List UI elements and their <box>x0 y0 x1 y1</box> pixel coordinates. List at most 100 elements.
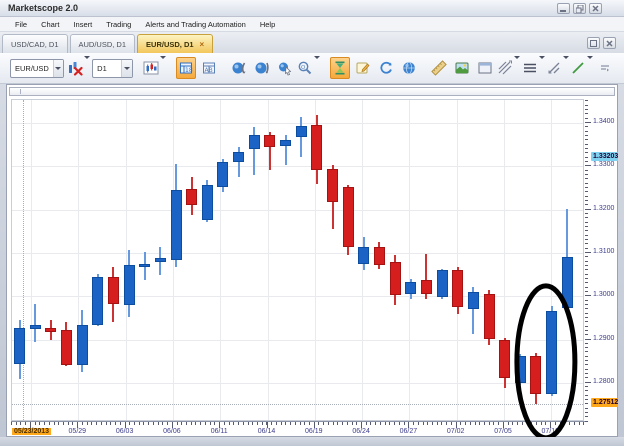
blue-grid2-icon: AB <box>201 60 217 76</box>
price-axis-tick <box>585 278 588 279</box>
tab-eurusd-d1[interactable]: EUR/USD, D1 × <box>137 34 213 53</box>
price-axis-tick <box>585 139 588 140</box>
menu-item-file[interactable]: File <box>8 19 34 30</box>
ruler-button[interactable] <box>429 57 449 79</box>
magnify-button[interactable]: Q <box>298 57 319 79</box>
tab-usdcad-d1[interactable]: USD/CAD, D1 <box>2 34 68 53</box>
chevron-down-icon[interactable] <box>84 59 90 77</box>
time-axis-tick <box>318 422 319 425</box>
horizontal-gridline <box>12 383 583 384</box>
menu-item-chart[interactable]: Chart <box>34 19 66 30</box>
chevron-down-icon[interactable] <box>160 59 166 77</box>
time-axis[interactable]: 05/23/201305/2906/0306/0606/1106/1406/19… <box>11 421 585 438</box>
fibonacci-tool-button[interactable] <box>498 57 519 79</box>
time-axis-tick <box>16 422 17 425</box>
period-select[interactable]: D1 <box>92 59 132 78</box>
chevron-down-icon[interactable] <box>121 60 132 77</box>
tab-label: EUR/USD, D1 <box>146 40 194 49</box>
toolbar-overflow-button[interactable] <box>595 57 615 79</box>
tab-audusd-d1[interactable]: AUD/USD, D1 <box>70 34 136 53</box>
toolbar: EUR/USD D1 18 AB Q <box>0 53 624 84</box>
chevron-down-icon[interactable] <box>53 60 63 77</box>
vertical-gridline <box>220 100 221 420</box>
price-axis-tick <box>585 243 588 244</box>
time-axis-tick <box>58 422 59 425</box>
window-layout-button[interactable] <box>475 57 495 79</box>
menu-item-alerts-and-trading-automation[interactable]: Alerts and Trading Automation <box>138 19 252 30</box>
minimize-button[interactable] <box>557 3 570 14</box>
web-button[interactable] <box>399 57 419 79</box>
time-axis-tick <box>560 422 561 425</box>
close-button[interactable] <box>589 3 602 14</box>
chevron-down-icon[interactable] <box>587 59 593 77</box>
line-icon <box>570 60 586 76</box>
zoom-in-button[interactable] <box>252 57 272 79</box>
time-axis-tick <box>248 422 249 425</box>
restore-button[interactable] <box>573 3 586 14</box>
price-axis-tick <box>585 395 588 396</box>
price-axis-tick <box>585 226 588 227</box>
data-window-toggle[interactable] <box>330 57 350 79</box>
price-axis-tick <box>585 126 588 127</box>
candle-body <box>249 135 260 149</box>
price-axis-label: 1.2800 <box>593 378 614 386</box>
time-axis-tick <box>139 422 140 425</box>
candle-body <box>296 126 307 137</box>
close-symbol-button[interactable] <box>68 57 89 79</box>
tab-close-button[interactable] <box>603 37 616 49</box>
time-axis-tick <box>205 422 206 425</box>
price-axis-tick <box>585 386 588 387</box>
time-axis-tick <box>385 422 386 425</box>
candle-body <box>280 140 291 146</box>
price-axis-tick <box>585 256 588 257</box>
time-axis-tick <box>404 422 405 425</box>
save-image-button[interactable] <box>452 57 472 79</box>
ask-price-toggle[interactable]: AB <box>199 57 219 79</box>
time-axis-tick <box>276 422 277 425</box>
candle-body <box>45 328 56 332</box>
price-axis-label: 1.3100 <box>593 248 614 256</box>
candle-body <box>77 325 88 365</box>
symbol-select[interactable]: EUR/USD <box>10 59 64 78</box>
vertical-gridline <box>409 100 410 420</box>
time-axis-tick <box>153 422 154 425</box>
horizontal-gridline <box>12 340 583 341</box>
price-axis[interactable]: 1.34001.33001.32001.31001.30001.29001.28… <box>585 99 618 435</box>
price-axis-tick <box>585 300 588 301</box>
chart-type-button[interactable] <box>144 57 165 79</box>
date-axis-label: 06/27 <box>400 428 418 435</box>
chevron-down-icon[interactable] <box>539 59 545 77</box>
price-axis-tick <box>585 178 588 179</box>
notes-button[interactable] <box>353 57 373 79</box>
line-tool-button[interactable] <box>571 57 592 79</box>
bid-price-toggle[interactable]: 18 <box>176 57 196 79</box>
menu-item-insert[interactable]: Insert <box>66 19 99 30</box>
chevron-down-icon[interactable] <box>314 59 320 77</box>
time-axis-tick <box>479 422 480 425</box>
time-axis-tick <box>323 422 324 425</box>
horizontal-line-tool-button[interactable] <box>523 57 544 79</box>
time-axis-tick <box>564 422 565 425</box>
chart-type-icon <box>143 60 159 76</box>
time-axis-tick <box>210 422 211 425</box>
time-axis-tick <box>20 422 21 425</box>
chevron-down-icon[interactable] <box>563 59 569 77</box>
price-axis-tick <box>585 105 588 106</box>
candle-body <box>421 280 432 294</box>
zoom-out-button[interactable] <box>229 57 249 79</box>
chevron-down-icon[interactable] <box>514 59 520 77</box>
tab-close-icon[interactable]: × <box>200 40 205 49</box>
time-axis-tick <box>356 422 357 425</box>
menu-item-trading[interactable]: Trading <box>99 19 138 30</box>
refresh-button[interactable] <box>376 57 396 79</box>
chart-panel[interactable]: 1.34001.33001.32001.31001.30001.29001.28… <box>6 84 618 437</box>
pointer-mode-button[interactable] <box>275 57 295 79</box>
menu-item-help[interactable]: Help <box>253 19 282 30</box>
candle-wick <box>300 117 302 157</box>
plot-area[interactable] <box>11 99 584 421</box>
time-axis-tick <box>380 422 381 425</box>
close-icon <box>606 40 613 47</box>
tab-restore-button[interactable] <box>587 37 600 49</box>
trendline-tool-button[interactable] <box>547 57 568 79</box>
time-axis-tick <box>475 422 476 425</box>
